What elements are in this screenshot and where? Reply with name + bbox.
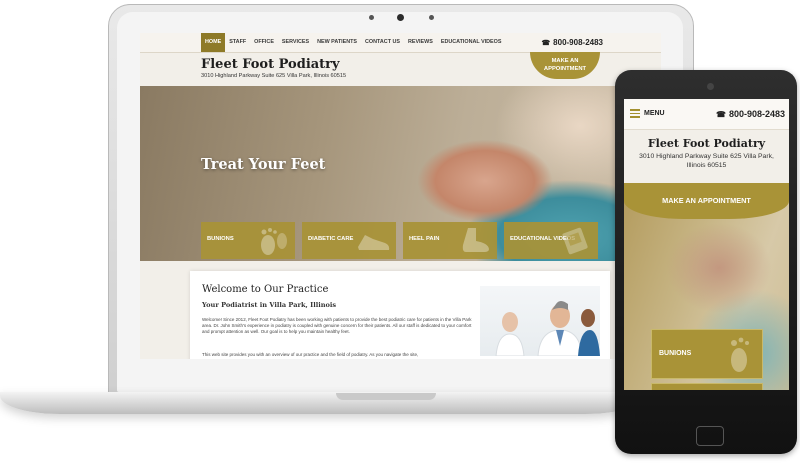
- welcome-heading: Welcome to Our Practice: [202, 284, 329, 295]
- tile-label: HEEL PAIN: [409, 236, 440, 242]
- mobile-phone-link[interactable]: ☎ 800-908-2483: [716, 99, 785, 130]
- mobile-menu-button[interactable]: MENU: [644, 99, 665, 129]
- doctors-photo: [480, 286, 600, 356]
- nav-contact-us[interactable]: CONTACT US: [361, 33, 404, 52]
- brand-block: Fleet Foot Podiatry 3010 Highland Parkwa…: [201, 57, 346, 79]
- tile-educational-videos[interactable]: EDUCATIONAL VIDEOS: [504, 222, 598, 259]
- laptop-notch: [336, 393, 436, 400]
- welcome-panel: Welcome to Our Practice Your Podiatrist …: [190, 271, 610, 359]
- phone-icon: ☎: [715, 110, 726, 119]
- shoe-icon: [358, 235, 390, 250]
- tile-diabetic-care[interactable]: DIABETIC CARE: [302, 222, 396, 259]
- laptop-screen: HOME STAFF OFFICE SERVICES NEW PATIENTS …: [140, 33, 661, 359]
- nav-home[interactable]: HOME: [201, 33, 226, 52]
- nav-staff[interactable]: STAFF: [225, 33, 250, 52]
- laptop-sensor-left: [369, 15, 374, 20]
- welcome-body: Welcome! Since 2012, Fleet Foot Podiatry…: [202, 317, 472, 335]
- mobile-site-title[interactable]: Fleet Foot Podiatry: [624, 137, 789, 150]
- phone-icon: ☎: [541, 40, 551, 47]
- hero-banner: Treat Your Feet BUNIONS DIABETIC CARE HE…: [140, 86, 661, 261]
- main-nav: HOME STAFF OFFICE SERVICES NEW PATIENTS …: [201, 33, 505, 52]
- laptop-sensor-right: [429, 15, 434, 20]
- footprint-icon: [731, 337, 749, 372]
- nav-reviews[interactable]: REVIEWS: [404, 33, 437, 52]
- make-appointment-button[interactable]: MAKE AN APPOINTMENT: [530, 52, 600, 79]
- mobile-make-appointment-button[interactable]: MAKE AN APPOINTMENT: [624, 183, 789, 219]
- phone-screen: Treat Your Feet MENU ☎800-908-2483 Fleet…: [624, 99, 789, 390]
- hero-title: Treat Your Feet: [201, 156, 326, 173]
- foot-icon: [462, 228, 489, 252]
- welcome-subheading: Your Podiatrist in Villa Park, Illinois: [202, 301, 337, 309]
- site-title[interactable]: Fleet Foot Podiatry: [201, 57, 346, 72]
- welcome-body-continued: This web site provides you with an overv…: [202, 352, 419, 357]
- mobile-tile-bunions[interactable]: BUNIONS: [651, 329, 763, 379]
- mobile-top-bar: MENU ☎ 800-908-2483: [624, 99, 789, 130]
- nav-office[interactable]: OFFICE: [250, 33, 278, 52]
- mobile-site-address: 3010 Highland Parkway Suite 625 Villa Pa…: [639, 153, 774, 169]
- service-tiles: BUNIONS DIABETIC CARE HEEL PAIN EDUCATIO…: [201, 222, 598, 259]
- mobile-brand-block: Fleet Foot Podiatry 3010 Highland Parkwa…: [624, 137, 789, 170]
- nav-educational-videos[interactable]: EDUCATIONAL VIDEOS: [437, 33, 506, 52]
- tile-bunions[interactable]: BUNIONS: [201, 222, 295, 259]
- laptop-base: [0, 392, 645, 414]
- nav-services[interactable]: SERVICES: [278, 33, 313, 52]
- phone-home-button[interactable]: [696, 426, 724, 446]
- tile-label: BUNIONS: [207, 236, 234, 242]
- laptop-camera: [397, 14, 404, 21]
- mobile-tile-label: BUNIONS: [659, 350, 692, 357]
- footprint-icon: [261, 228, 287, 255]
- site-address: 3010 Highland Parkway Suite 625 Villa Pa…: [201, 73, 347, 79]
- tile-label: DIABETIC CARE: [308, 236, 354, 242]
- phone-link[interactable]: ☎ 800-908-2483: [541, 33, 603, 53]
- mobile-phone-number: 800-908-2483: [728, 109, 785, 119]
- nav-new-patients[interactable]: NEW PATIENTS: [313, 33, 361, 52]
- hamburger-menu-icon[interactable]: [630, 109, 640, 118]
- tile-heel-pain[interactable]: HEEL PAIN: [403, 222, 497, 259]
- video-icon: [562, 227, 588, 255]
- mobile-tile-next[interactable]: [651, 383, 763, 390]
- top-bar: HOME STAFF OFFICE SERVICES NEW PATIENTS …: [140, 33, 661, 53]
- phone-number: 800-908-2483: [553, 38, 603, 47]
- phone-camera: [707, 83, 714, 90]
